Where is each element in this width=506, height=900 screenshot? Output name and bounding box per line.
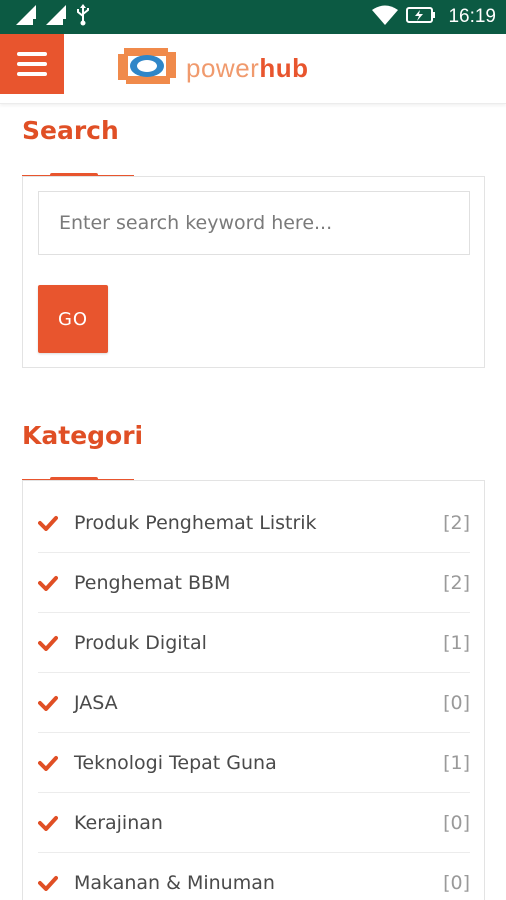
category-item[interactable]: Penghemat BBM [2] (38, 553, 470, 613)
search-title: Search (22, 116, 119, 145)
category-item[interactable]: JASA [0] (38, 673, 470, 733)
category-item[interactable]: Produk Penghemat Listrik [2] (38, 493, 470, 553)
category-count: [0] (443, 811, 470, 834)
category-label: Penghemat BBM (74, 571, 231, 594)
logo-text-light: power (186, 52, 260, 83)
search-input[interactable] (38, 191, 470, 255)
checkmark-icon (38, 755, 60, 771)
checkmark-icon (38, 635, 60, 651)
category-label: Kerajinan (74, 811, 163, 834)
category-item[interactable]: Teknologi Tepat Guna [1] (38, 733, 470, 793)
category-list: Produk Penghemat Listrik [2] Penghemat B… (38, 493, 470, 900)
category-item[interactable]: Kerajinan [0] (38, 793, 470, 853)
go-button[interactable]: GO (38, 285, 108, 353)
powerhub-logo[interactable]: powerhub (118, 48, 308, 88)
category-item[interactable]: Produk Digital [1] (38, 613, 470, 673)
menu-line (17, 62, 47, 66)
category-item[interactable]: Makanan & Minuman [0] (38, 853, 470, 900)
category-count: [1] (443, 631, 470, 654)
category-count: [2] (443, 571, 470, 594)
category-count: [0] (443, 872, 470, 894)
logo-mark-icon (118, 48, 176, 88)
battery-charging-icon (406, 6, 436, 28)
category-count: [2] (443, 511, 470, 534)
status-time: 16:19 (448, 6, 496, 27)
app-header: powerhub (0, 34, 506, 104)
category-label: Produk Penghemat Listrik (74, 511, 317, 534)
category-label: Makanan & Minuman (74, 872, 275, 894)
checkmark-icon (38, 875, 60, 891)
category-count: [1] (443, 751, 470, 774)
category-label: Produk Digital (74, 631, 207, 654)
menu-line (17, 52, 47, 56)
signal-icon (46, 5, 68, 29)
status-right-icons: 16:19 (372, 5, 496, 29)
status-bar: 16:19 (0, 0, 506, 34)
category-count: [0] (443, 691, 470, 714)
status-left-icons (16, 4, 90, 30)
search-box: GO (22, 176, 485, 368)
hamburger-menu-button[interactable] (0, 34, 64, 94)
checkmark-icon (38, 695, 60, 711)
category-label: Teknologi Tepat Guna (74, 751, 277, 774)
wifi-icon (372, 5, 399, 29)
kategori-title: Kategori (22, 421, 144, 450)
signal-icon (16, 5, 38, 29)
category-box: Produk Penghemat Listrik [2] Penghemat B… (22, 480, 485, 900)
logo-text: powerhub (186, 53, 308, 84)
checkmark-icon (38, 815, 60, 831)
usb-icon (76, 4, 90, 30)
logo-text-bold: hub (259, 52, 309, 83)
menu-line (17, 72, 47, 76)
category-label: JASA (74, 691, 118, 714)
checkmark-icon (38, 515, 60, 531)
checkmark-icon (38, 575, 60, 591)
